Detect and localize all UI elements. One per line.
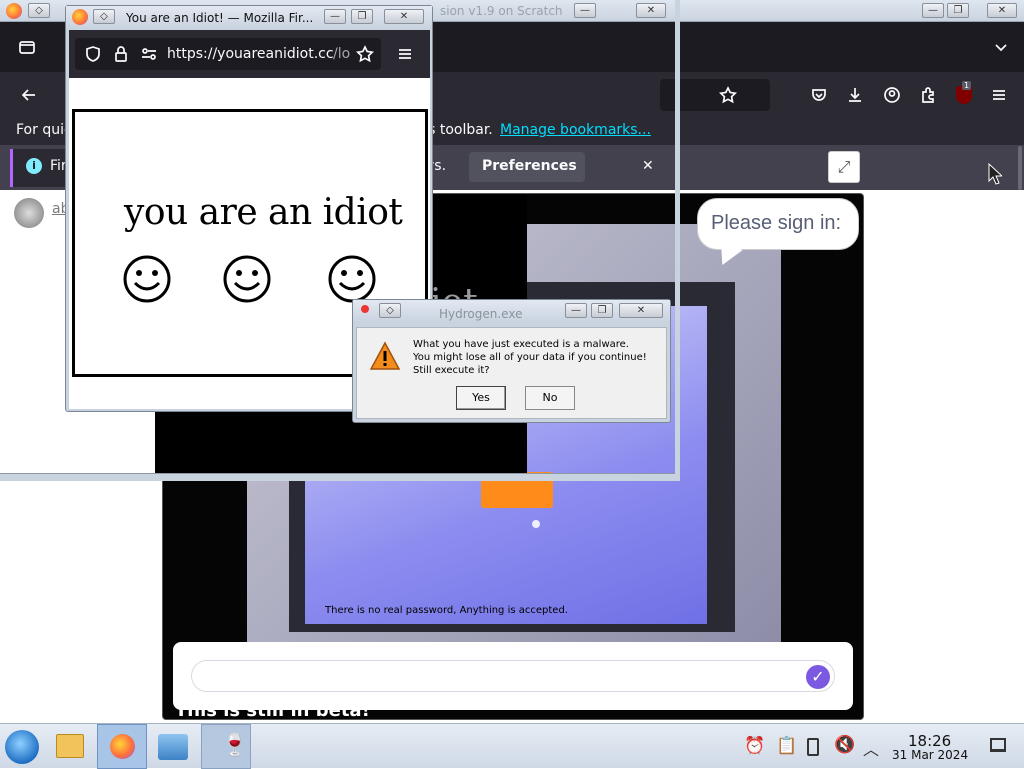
menu-icon[interactable] [395, 44, 415, 64]
firefox-icon [6, 3, 22, 19]
minimize-button[interactable]: — [922, 3, 944, 18]
clock-date[interactable]: 31 Mar 2024 [892, 748, 968, 762]
ublock-badge: 1 [962, 81, 972, 90]
idiot-minimize-button[interactable]: — [324, 9, 346, 24]
info-circle-icon: i [26, 158, 42, 174]
password-caption: There is no real password, Anything is a… [325, 605, 568, 616]
dialog-titlebar[interactable]: ◇ Hydrogen.exe — ❐ ✕ [353, 300, 670, 322]
firefox-icon [72, 9, 88, 25]
scrollbar-thumb[interactable] [1018, 146, 1022, 190]
exit-fullscreen-button[interactable]: ⤢ [828, 151, 860, 183]
minimize-button-2[interactable]: — [574, 3, 596, 18]
window-menu-icon[interactable]: ◇ [379, 303, 401, 318]
submit-check-button[interactable]: ✓ [806, 665, 830, 689]
no-button-label: No [542, 391, 558, 404]
firefox-taskbar-button[interactable] [97, 724, 147, 769]
bookmark-star-icon[interactable] [717, 84, 739, 106]
dialog-title: Hydrogen.exe [439, 307, 523, 321]
chevron-down-icon[interactable] [990, 36, 1012, 58]
wine-taskbar-button[interactable]: 🍷 [201, 724, 251, 769]
file-manager-icon[interactable] [56, 734, 84, 758]
clipboard-icon[interactable]: 📋 [776, 736, 797, 756]
manage-bookmarks-link[interactable]: Manage bookmarks... [500, 122, 651, 138]
url-path: /lo [333, 46, 351, 62]
window-menu-icon[interactable]: ◇ [28, 3, 50, 18]
answer-input[interactable] [191, 660, 835, 692]
download-icon[interactable] [844, 84, 866, 106]
system-settings-icon[interactable] [158, 734, 188, 760]
smiley-icon [223, 255, 271, 303]
bookmarks-prefix: For quic [16, 122, 72, 138]
yes-button[interactable]: Yes [456, 386, 506, 410]
idiot-navbar: https://youareanidiot.cc /lo [69, 30, 430, 78]
loading-dot [532, 520, 540, 528]
close-button[interactable]: ✕ [987, 3, 1017, 18]
extensions-icon[interactable] [917, 84, 939, 106]
notice-close-icon[interactable]: ✕ [642, 158, 654, 174]
yes-button-label: Yes [472, 391, 490, 404]
show-desktop-icon[interactable] [990, 738, 1006, 752]
lock-icon [111, 44, 131, 64]
cursor-arrow-icon [988, 163, 1002, 185]
firefox-icon [110, 734, 135, 759]
maximize-button[interactable]: ❐ [947, 3, 969, 18]
account-icon[interactable] [881, 84, 903, 106]
window-menu-icon[interactable]: ◇ [93, 9, 115, 24]
dialog-message-line1: What you have just executed is a malware… [413, 339, 629, 350]
pocket-icon[interactable] [808, 84, 830, 106]
malware-dialog: ◇ Hydrogen.exe — ❐ ✕ What you have just … [352, 299, 671, 423]
middle-window-frame-right [675, 0, 680, 481]
idiot-maximize-button[interactable]: ❐ [351, 9, 373, 24]
wine-glass-icon: 🍷 [221, 733, 249, 758]
notifications-icon[interactable]: ⏰ [744, 736, 765, 756]
warning-icon [369, 341, 401, 370]
back-icon[interactable] [18, 84, 40, 106]
speech-bubble-text: Please sign in: [711, 212, 842, 234]
background-window-title: sion v1.9 on Scratch [440, 4, 563, 18]
no-button[interactable]: No [525, 386, 575, 410]
idiot-close-button[interactable]: ✕ [384, 9, 424, 24]
dialog-message-line2: You might lose all of your data if you c… [413, 352, 647, 363]
dialog-maximize-button[interactable]: ❐ [591, 303, 613, 318]
idiot-window-title: You are an Idiot! — Mozilla Fir... [126, 11, 314, 25]
permissions-icon[interactable] [139, 44, 159, 64]
dialog-close-button[interactable]: ✕ [619, 303, 663, 318]
chevron-up-icon[interactable]: ︿ [863, 736, 879, 760]
dialog-minimize-button[interactable]: — [565, 303, 587, 318]
idiot-titlebar[interactable]: ◇ You are an Idiot! — Mozilla Fir... — ❐… [66, 6, 432, 28]
url-host: https://youareanidiot.cc [167, 46, 334, 62]
dialog-message-line3: Still execute it? [413, 365, 490, 376]
start-button[interactable] [5, 730, 39, 764]
dialog-body: What you have just executed is a malware… [356, 327, 667, 419]
beta-text: This is still in beta! [175, 700, 370, 720]
taskbar: 🍷 ⏰ 📋 🔇 ︿ 18:26 31 Mar 2024 [0, 723, 1024, 769]
menu-icon[interactable] [988, 84, 1010, 106]
shield-icon[interactable] [83, 44, 103, 64]
middle-window-frame [0, 473, 680, 481]
speaker-icon [14, 198, 44, 228]
mute-icon[interactable]: 🔇 [834, 735, 855, 755]
smiley-icon [328, 255, 376, 303]
battery-icon[interactable] [807, 738, 819, 756]
preferences-label: Preferences [482, 158, 577, 174]
tab-list-icon[interactable] [16, 36, 38, 58]
idiot-headline: you are an idiot [124, 192, 403, 233]
close-button-2[interactable]: ✕ [636, 3, 666, 18]
bookmark-star-icon[interactable] [355, 44, 375, 64]
pin-icon [361, 305, 369, 313]
smiley-icon [123, 255, 171, 303]
